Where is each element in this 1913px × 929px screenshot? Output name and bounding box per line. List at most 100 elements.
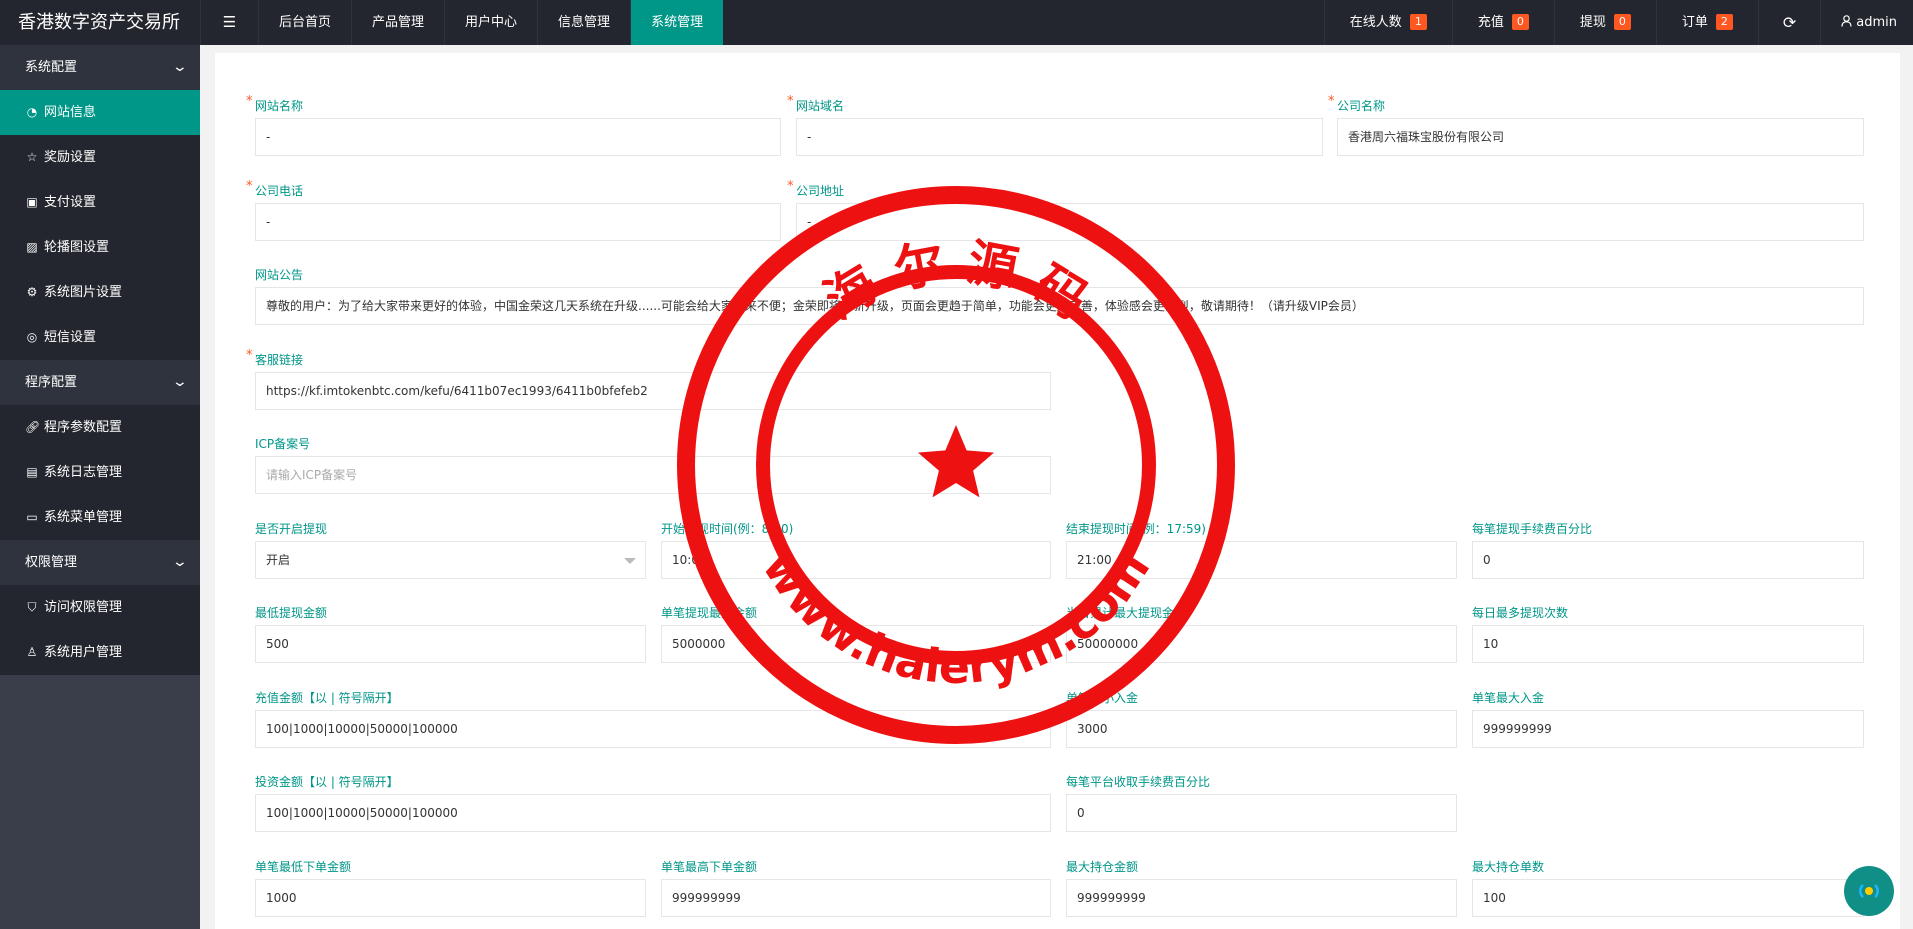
required-mark: *	[787, 179, 794, 194]
min-deposit-input[interactable]: 3000	[1066, 710, 1457, 748]
invest-amounts-label: 投资金额【以 | 符号隔开】	[255, 775, 399, 789]
withdraw-end-input[interactable]: 21:00	[1066, 541, 1457, 579]
online-users-label: 在线人数	[1349, 15, 1402, 30]
sidebar-item-label: 系统菜单管理	[44, 510, 123, 525]
icp-input[interactable]: 请输入ICP备案号	[255, 456, 1051, 494]
daily-withdraw-count-field: 每日最多提现次数 10	[1472, 604, 1864, 663]
sidebar-item-label: 轮播图设置	[44, 240, 110, 255]
company-name-input[interactable]: 香港周六福珠宝股份有限公司	[1337, 118, 1864, 156]
invest-amounts-input[interactable]: 100|1000|10000|50000|100000	[255, 794, 1051, 832]
max-single-withdraw-input[interactable]: 5000000	[661, 625, 1051, 663]
sidebar-item-label: 系统图片设置	[44, 285, 123, 300]
site-domain-input[interactable]: -	[796, 118, 1323, 156]
sidebar-group-program-config[interactable]: 程序配置 ⌄	[0, 360, 200, 405]
nav-products[interactable]: 产品管理	[351, 0, 444, 45]
sidebar-item-carousel[interactable]: ▨ 轮播图设置	[0, 225, 200, 270]
chevron-down-icon: ⌄	[171, 374, 189, 390]
nav-dashboard[interactable]: 后台首页	[258, 0, 351, 45]
sidebar-item-system-logs[interactable]: ▤ 系统日志管理	[0, 450, 200, 495]
sidebar-group-permissions[interactable]: 权限管理 ⌄	[0, 540, 200, 585]
sidebar-item-sms[interactable]: ◎ 短信设置	[0, 315, 200, 360]
nav-info[interactable]: 信息管理	[537, 0, 630, 45]
required-mark: *	[246, 179, 253, 194]
sidebar-item-access-permissions[interactable]: ⛉ 访问权限管理	[0, 585, 200, 630]
min-withdraw-input[interactable]: 500	[255, 625, 646, 663]
withdraw-badge: 0	[1613, 14, 1631, 30]
max-single-withdraw-field: 单笔提现最大金额 5000000	[661, 604, 1051, 663]
max-position-count-input[interactable]: 100	[1472, 879, 1864, 917]
recharge-amounts-input[interactable]: 100|1000|10000|50000|100000	[255, 710, 1051, 748]
sidebar-item-program-params[interactable]: 🔗︎ 程序参数配置	[0, 405, 200, 450]
company-phone-input[interactable]: -	[255, 203, 781, 241]
online-users-badge: 1	[1409, 14, 1427, 30]
withdraw-fee-input[interactable]: 0	[1472, 541, 1864, 579]
max-position-amount-field: 最大持仓金额 999999999	[1066, 858, 1457, 917]
sidebar-group-label: 程序配置	[25, 375, 78, 390]
company-phone-label: 公司电话	[255, 184, 304, 198]
service-link-input[interactable]: https://kf.imtokenbtc.com/kefu/6411b07ec…	[255, 372, 1051, 410]
max-position-amount-input[interactable]: 999999999	[1066, 879, 1457, 917]
sidebar-group-label: 权限管理	[25, 555, 78, 570]
recharge-label: 充值	[1477, 15, 1504, 30]
required-mark: *	[246, 94, 253, 109]
service-link-label: 客服链接	[255, 353, 304, 367]
service-link-field: * 客服链接 https://kf.imtokenbtc.com/kefu/64…	[246, 348, 1051, 410]
sidebar-item-site-info[interactable]: ◔ 网站信息	[0, 90, 200, 135]
app-title: 香港数字资产交易所	[18, 12, 180, 33]
site-name-input[interactable]: -	[255, 118, 781, 156]
menu-fold-icon[interactable]: ☰	[200, 0, 258, 45]
sidebar-item-label: 奖励设置	[44, 150, 97, 165]
star-icon: ☆	[26, 150, 38, 164]
sidebar-item-label: 系统日志管理	[44, 465, 123, 480]
refresh-icon[interactable]: ⟳	[1757, 0, 1820, 45]
sidebar-item-system-users[interactable]: ♙ 系统用户管理	[0, 630, 200, 675]
online-users-button[interactable]: 在线人数 1	[1323, 0, 1452, 45]
sidebar: 系统配置 ⌄ ◔ 网站信息 ☆ 奖励设置 ▣ 支付设置 ▨ 轮播图设置 ⚙ 系统图片设置 ◎…	[0, 45, 200, 929]
withdraw-fee-field: 每笔提现手续费百分比 0	[1472, 520, 1864, 579]
sidebar-item-system-menu[interactable]: ▭ 系统菜单管理	[0, 495, 200, 540]
withdraw-fee-label: 每笔提现手续费百分比	[1472, 522, 1593, 536]
chat-icon: ◎	[26, 330, 38, 344]
max-deposit-input[interactable]: 999999999	[1472, 710, 1864, 748]
sidebar-item-label: 支付设置	[44, 195, 97, 210]
sidebar-item-system-images[interactable]: ⚙ 系统图片设置	[0, 270, 200, 315]
withdraw-end-field: 结束提现时间(例：17:59) 21:00	[1066, 520, 1457, 579]
recharge-button[interactable]: 充值 0	[1451, 0, 1554, 45]
max-single-withdraw-label: 单笔提现最大金额	[661, 606, 758, 620]
nav-system[interactable]: 系统管理	[630, 0, 724, 45]
company-address-input[interactable]: -	[796, 203, 1864, 241]
sidebar-item-payment[interactable]: ▣ 支付设置	[0, 180, 200, 225]
sidebar-item-label: 程序参数配置	[44, 420, 123, 435]
username: admin	[1856, 15, 1897, 30]
max-deposit-field: 单笔最大入金 999999999	[1472, 689, 1864, 748]
caret-down-icon	[624, 558, 636, 564]
icp-label: ICP备案号	[255, 437, 311, 451]
notice-input[interactable]: 尊敬的用户：为了给大家带来更好的体验，中国金荣这几天系统在升级......可能会…	[255, 287, 1864, 325]
min-deposit-label: 单笔最小入金	[1066, 691, 1139, 705]
notice-field: 网站公告 尊敬的用户：为了给大家带来更好的体验，中国金荣这几天系统在升级....…	[255, 266, 1864, 325]
sidebar-group-system-config[interactable]: 系统配置 ⌄	[0, 45, 200, 90]
company-phone-field: * 公司电话 -	[246, 179, 781, 241]
link-icon: 🔗︎	[25, 420, 41, 434]
daily-total-withdraw-input[interactable]: 50000000	[1066, 625, 1457, 663]
withdraw-enabled-label: 是否开启提现	[255, 522, 328, 536]
sidebar-item-rewards[interactable]: ☆ 奖励设置	[0, 135, 200, 180]
max-order-input[interactable]: 999999999	[661, 879, 1051, 917]
orders-button[interactable]: 订单 2	[1655, 0, 1758, 45]
user-menu[interactable]: admin	[1820, 0, 1913, 45]
shield-icon: ⛉	[27, 600, 37, 614]
image-icon: ▨	[26, 240, 38, 254]
daily-withdraw-count-input[interactable]: 10	[1472, 625, 1864, 663]
required-mark: *	[246, 348, 253, 363]
min-order-field: 单笔最低下单金额 1000	[255, 858, 646, 917]
settings-form: * 网站名称 - * 网站域名 - * 公司名称 香港周六福珠宝股份有限公司 *…	[215, 53, 1900, 929]
withdraw-start-input[interactable]: 10:00	[661, 541, 1051, 579]
withdraw-enabled-select[interactable]: 开启	[255, 541, 646, 579]
nav-users[interactable]: 用户中心	[444, 0, 537, 45]
withdraw-button[interactable]: 提现 0	[1553, 0, 1656, 45]
platform-fee-input[interactable]: 0	[1066, 794, 1457, 832]
min-order-input[interactable]: 1000	[255, 879, 646, 917]
floating-service-button[interactable]	[1844, 866, 1894, 916]
sidebar-item-label: 短信设置	[44, 330, 97, 345]
top-bar: 香港数字资产交易所 ☰ 后台首页 产品管理 用户中心 信息管理 系统管理 在线人…	[0, 0, 1913, 45]
